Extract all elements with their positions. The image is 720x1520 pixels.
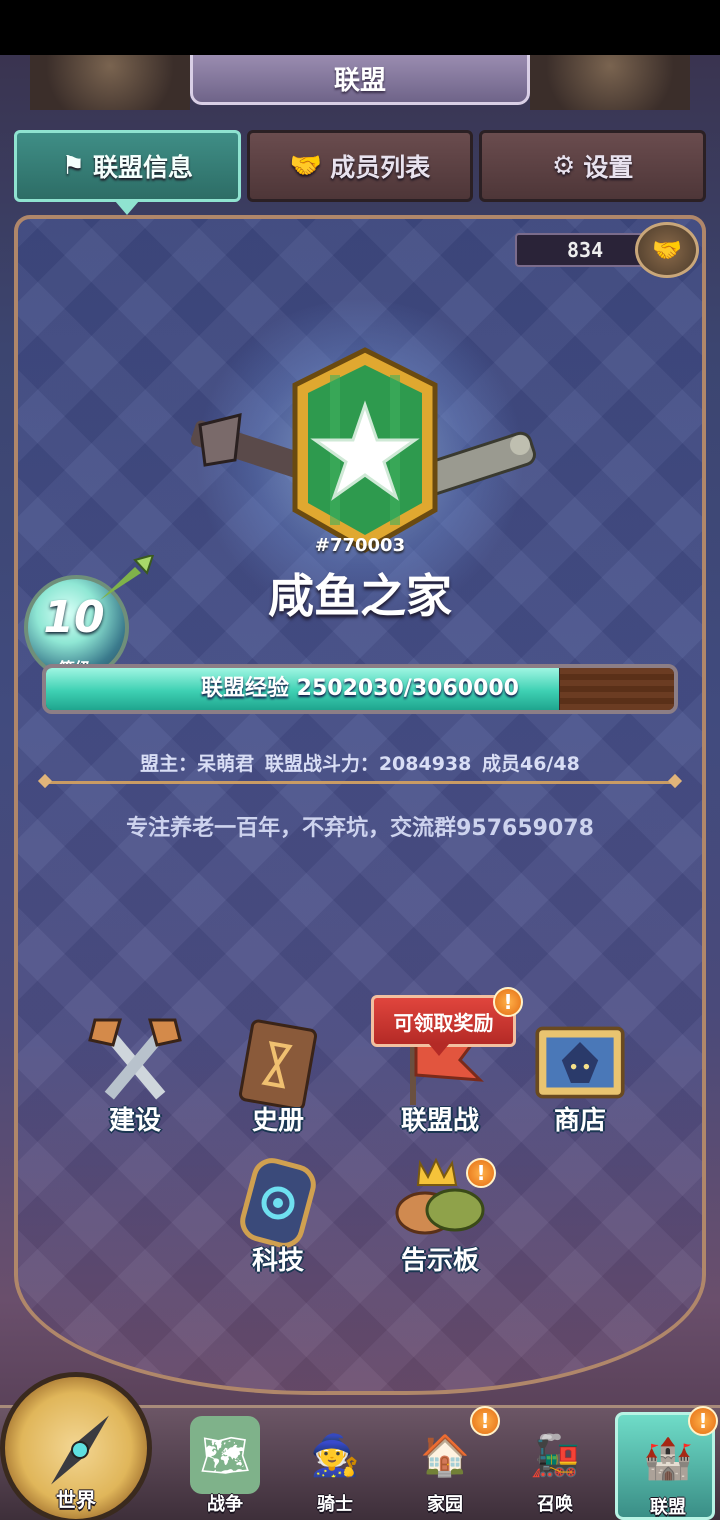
- nav-alliance-label: 联盟: [650, 1497, 686, 1518]
- alert-icon: !: [466, 1158, 496, 1188]
- tab-label: 联盟信息: [92, 153, 193, 182]
- page-title: 联盟: [190, 55, 530, 105]
- alliance-meta: 盟主：呆萌君 联盟战斗力：2084938 成员46/48: [0, 749, 720, 776]
- xp-text: 联盟经验 2502030/3060000: [200, 676, 519, 701]
- shop-icon: [530, 1015, 630, 1110]
- knight-icon: 🧙: [310, 1432, 360, 1479]
- tech-gear-icon: [228, 1155, 328, 1250]
- tech-button[interactable]: 科技: [218, 1155, 338, 1285]
- tab-alliance-info[interactable]: ⚑ 联盟信息: [14, 130, 241, 215]
- alliance-war-label: 联盟战: [400, 1106, 479, 1136]
- gear-icon: ⚙: [552, 151, 576, 181]
- members-text: 成员46/48: [481, 753, 580, 775]
- tab-member-list[interactable]: 🤝 成员列表: [246, 130, 474, 202]
- tab-label: 成员列表: [330, 153, 431, 182]
- title-ornament-left: [30, 55, 190, 110]
- history-button[interactable]: 史册: [218, 1015, 338, 1145]
- nav-knight-label: 骑士: [317, 1494, 353, 1515]
- tab-bar: ⚑ 联盟信息 🤝 成员列表 ⚙ 设置: [14, 130, 707, 215]
- build-button[interactable]: 建设: [75, 1015, 195, 1145]
- handshake-icon: 🤝: [289, 151, 323, 181]
- world-label: 世界: [56, 1488, 96, 1512]
- handshake-badge-icon[interactable]: 🤝: [635, 222, 699, 278]
- alliance-name: 咸鱼之家: [268, 569, 452, 623]
- tab-label: 设置: [583, 153, 634, 182]
- nav-home-label: 家园: [427, 1494, 463, 1515]
- shop-label: 商店: [553, 1106, 606, 1136]
- nav-summon-label: 召唤: [537, 1494, 573, 1515]
- leader-text: 盟主：呆萌君: [140, 753, 255, 775]
- divider: [44, 781, 676, 784]
- star-shield-icon: [292, 347, 438, 553]
- title-ornament-right: [530, 55, 690, 110]
- alert-icon: !: [470, 1406, 500, 1436]
- train-icon: 🚂: [530, 1432, 580, 1479]
- flag-icon: ⚑: [61, 151, 85, 181]
- hammer-crossed-icon: [85, 1015, 185, 1110]
- power-text: 联盟战斗力：2084938: [264, 753, 472, 775]
- nav-knight[interactable]: 🧙 骑士: [285, 1412, 385, 1520]
- alliance-emblem[interactable]: [180, 345, 550, 565]
- nav-war-label: 战争: [207, 1494, 243, 1515]
- nav-summon[interactable]: 🚂 召唤: [505, 1412, 605, 1520]
- tech-label: 科技: [251, 1246, 304, 1276]
- alliance-motto: 专注养老一百年，不弃坑，交流群957659078: [126, 816, 594, 841]
- alliance-id: #770003: [314, 535, 406, 556]
- house-icon: 🏠: [420, 1432, 470, 1479]
- nav-war[interactable]: 🗺 战争: [175, 1412, 275, 1520]
- map-icon: 🗺: [190, 1416, 260, 1494]
- notice-board-label: 告示板: [400, 1246, 479, 1276]
- alert-icon: !: [493, 987, 523, 1017]
- status-bar: [0, 0, 720, 55]
- shop-button[interactable]: 商店: [520, 1015, 640, 1145]
- tab-settings[interactable]: ⚙ 设置: [479, 130, 707, 202]
- book-icon: [228, 1015, 328, 1110]
- alliance-level: 10: [43, 592, 105, 643]
- build-label: 建设: [108, 1106, 161, 1136]
- alert-icon: !: [688, 1406, 718, 1436]
- history-label: 史册: [251, 1106, 304, 1136]
